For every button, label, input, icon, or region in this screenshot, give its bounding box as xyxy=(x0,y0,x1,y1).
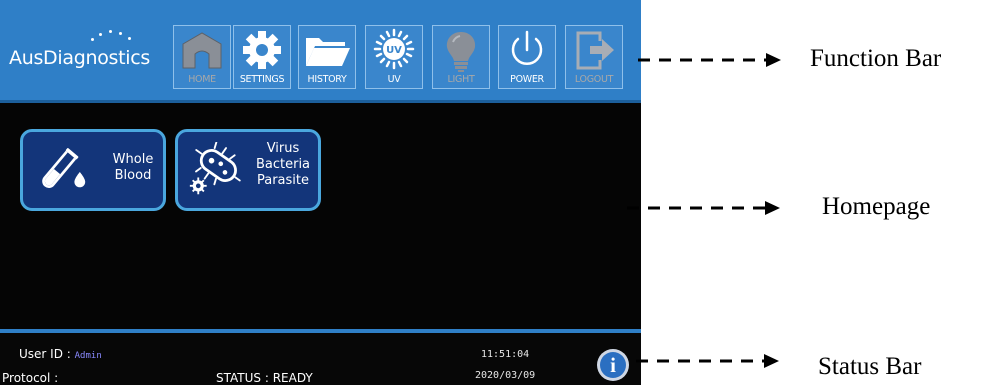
settings-button[interactable]: SETTINGS xyxy=(233,25,291,89)
user-id-value: Admin xyxy=(74,351,102,361)
logout-icon xyxy=(576,31,614,70)
function-bar: AusDiagnostics HOME SETTINGS HISTORY UV … xyxy=(0,0,641,103)
power-icon xyxy=(511,30,543,65)
home-button-label: HOME xyxy=(188,74,216,85)
home-icon xyxy=(182,32,222,69)
test-tube-icon xyxy=(42,148,86,188)
bacteria-icon xyxy=(189,142,241,195)
status-bar-annotation: Status Bar xyxy=(818,353,922,380)
folder-icon xyxy=(306,38,350,66)
homepage-annotation: Homepage xyxy=(822,193,931,220)
logout-button-label: LOGOUT xyxy=(574,74,614,85)
parasite-line: Parasite xyxy=(256,173,309,188)
uv-button[interactable]: UV UV xyxy=(365,25,423,89)
virus-line: Virus xyxy=(266,141,300,156)
home-button[interactable]: HOME xyxy=(173,25,231,89)
uv-button-label: UV xyxy=(387,74,401,85)
device-screen: AusDiagnostics HOME SETTINGS HISTORY UV … xyxy=(0,0,641,385)
light-button-label: LIGHT xyxy=(447,74,475,85)
logo-dots xyxy=(87,28,157,44)
uv-icon: UV xyxy=(373,28,415,70)
bacteria-line: Bacteria xyxy=(255,157,311,172)
power-button[interactable]: POWER xyxy=(498,25,556,89)
homepage-arrow xyxy=(627,201,780,215)
user-id-label: User ID : xyxy=(19,347,71,361)
status-text: STATUS : READY xyxy=(216,371,313,385)
function-bar-arrow xyxy=(638,53,781,67)
svg-text:UV: UV xyxy=(386,45,402,56)
user-id-row: User ID : Admin xyxy=(19,347,102,361)
virus-bacteria-parasite-tile[interactable]: Virus Bacteria Parasite xyxy=(175,129,321,211)
power-button-label: POWER xyxy=(510,74,544,85)
light-button[interactable]: LIGHT xyxy=(432,25,490,89)
virus-bacteria-parasite-label: Virus Bacteria Parasite xyxy=(248,141,318,189)
info-icon: i xyxy=(600,352,626,378)
protocol-row: Protocol : xyxy=(2,371,58,385)
whole-blood-line-1: Whole xyxy=(112,152,154,167)
status-bar-arrow xyxy=(636,354,779,368)
function-bar-annotation: Function Bar xyxy=(810,45,942,72)
clock-date: 2020/03/09 xyxy=(475,370,536,381)
whole-blood-line-2: Blood xyxy=(114,168,152,183)
whole-blood-label: Whole Blood xyxy=(107,152,159,184)
settings-button-label: SETTINGS xyxy=(239,74,285,85)
history-button-label: HISTORY xyxy=(307,74,347,85)
info-button[interactable]: i xyxy=(597,349,629,381)
gear-icon xyxy=(243,31,281,69)
ausdiagnostics-logo: AusDiagnostics xyxy=(9,30,167,72)
history-button[interactable]: HISTORY xyxy=(298,25,356,89)
lightbulb-icon xyxy=(446,32,476,72)
logout-button[interactable]: LOGOUT xyxy=(565,25,623,89)
status-bar: User ID : Admin Protocol : STATUS : READ… xyxy=(0,333,641,385)
protocol-label: Protocol : xyxy=(2,371,59,385)
whole-blood-tile[interactable]: Whole Blood xyxy=(20,129,166,211)
clock-time: 11:51:04 xyxy=(481,349,530,360)
logo-text: AusDiagnostics xyxy=(9,47,150,69)
